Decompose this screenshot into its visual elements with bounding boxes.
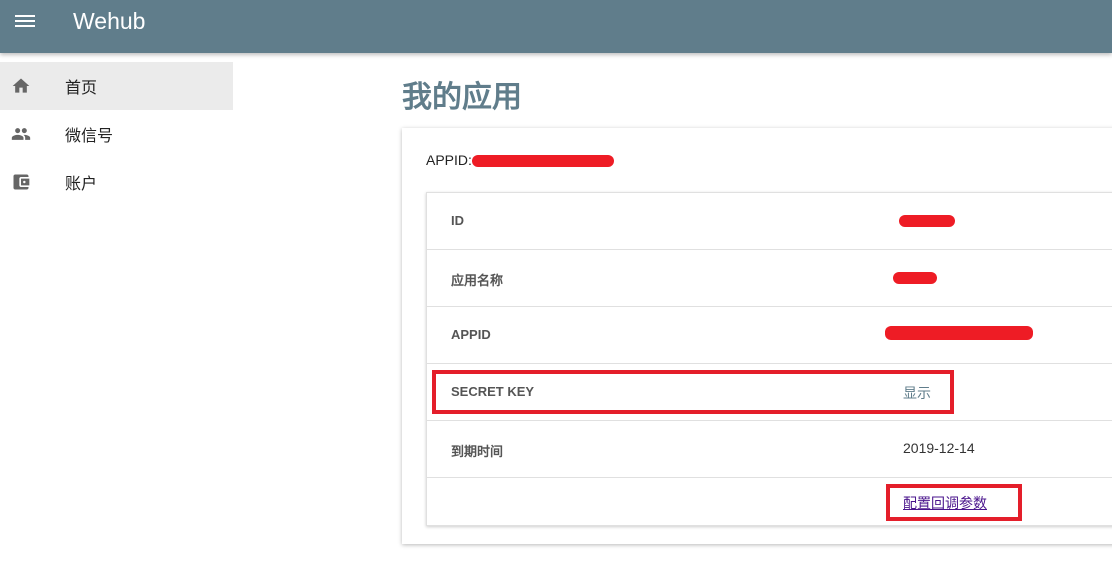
sidebar-item-label: 首页 [65,80,98,97]
sidebar-item-account[interactable]: 账户 [0,158,233,206]
appid-line: APPID: [426,152,614,168]
top-app-bar: Wehub [0,0,1112,53]
hamburger-menu-icon[interactable] [13,12,37,32]
sidebar-item-wechat[interactable]: 微信号 [0,110,233,158]
home-icon [12,78,30,93]
row-key: ID [451,213,464,228]
appid-label: APPID: [426,152,472,168]
expiry-date: 2019-12-14 [903,440,975,456]
wallet-icon [13,174,30,190]
table-row: 应用名称 [427,250,1112,307]
sidebar: 首页 微信号 账户 [0,62,233,206]
callback-link-highlight-box [886,484,1022,521]
sidebar-item-home[interactable]: 首页 [0,62,233,110]
redaction-mark [893,272,937,284]
sidebar-item-label: 微信号 [65,128,114,145]
people-icon [11,128,31,140]
table-row: 到期时间 2019-12-14 [427,421,1112,478]
table-row: APPID [427,307,1112,364]
redaction-mark [885,326,1033,340]
app-title: Wehub [73,8,146,34]
sidebar-item-label: 账户 [65,176,98,193]
row-key: APPID [451,327,491,342]
row-key: 到期时间 [451,444,504,459]
secret-key-highlight-box [432,370,954,414]
app-card: APPID: ID 应用名称 APPID SECRET KEY 显示 到期时间 … [402,128,1112,544]
row-key: 应用名称 [451,273,504,288]
app-details-table: ID 应用名称 APPID SECRET KEY 显示 到期时间 2019-12… [426,192,1112,526]
page-title: 我的应用 [402,81,522,114]
table-row: ID [427,193,1112,250]
redaction-mark [899,215,955,227]
redaction-mark [471,155,614,168]
